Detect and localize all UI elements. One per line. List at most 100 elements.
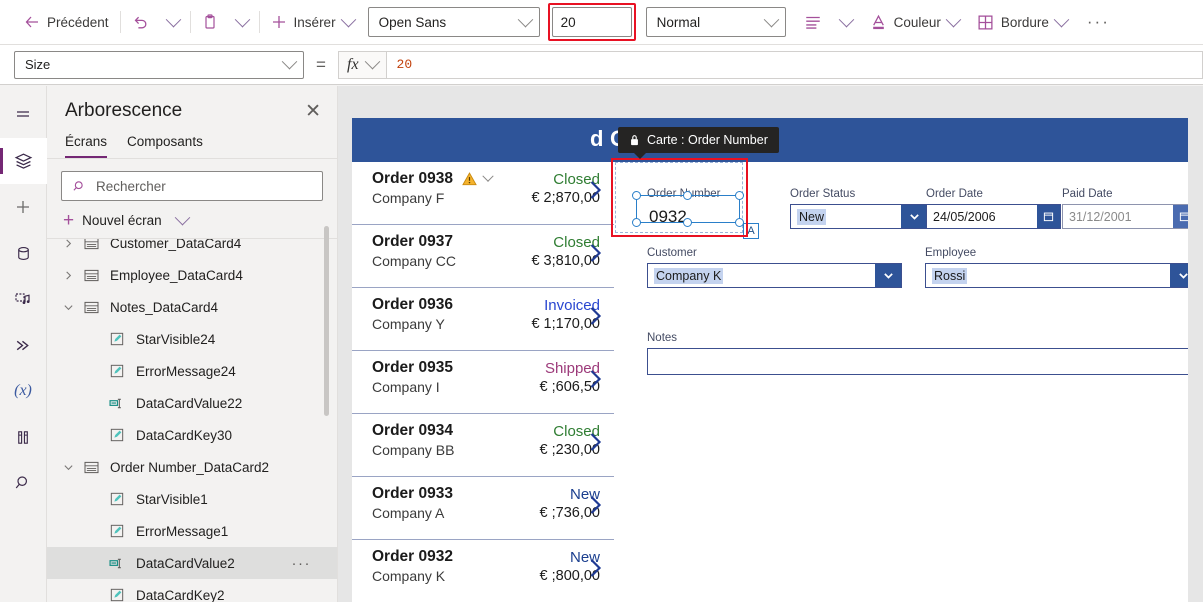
tree-item[interactable]: Customer_DataCard4: [47, 239, 337, 259]
twisty-icon[interactable]: [57, 302, 79, 313]
calendar-icon[interactable]: [1037, 205, 1060, 228]
employee-dropdown[interactable]: Rossi: [925, 263, 1188, 288]
chevron-right-icon[interactable]: [587, 242, 604, 269]
gallery-row[interactable]: Order 0934 Closed Company BB € ;230,00: [352, 414, 614, 477]
order-number-text: Order 0937: [372, 233, 453, 250]
chevron-right-icon[interactable]: [587, 179, 604, 206]
rail-variables-button[interactable]: (x): [0, 368, 47, 414]
tree-item[interactable]: DataCardValue22: [47, 387, 337, 419]
undo-dropdown[interactable]: [155, 7, 185, 37]
paid-date-field[interactable]: Paid Date 31/12/2001: [1062, 188, 1188, 229]
rail-power-automate-button[interactable]: [0, 322, 47, 368]
equals-sign: =: [316, 54, 326, 74]
rail-tree-view-button[interactable]: [0, 138, 47, 184]
back-button[interactable]: Précédent: [18, 7, 115, 37]
twisty-icon[interactable]: [57, 462, 79, 473]
divider: [119, 11, 121, 33]
chevron-right-icon[interactable]: [587, 305, 604, 332]
resize-handle-s[interactable]: [683, 218, 692, 227]
calendar-icon[interactable]: [1173, 205, 1188, 228]
rail-search-button[interactable]: [0, 460, 47, 506]
tree-item[interactable]: Order Number_DataCard2: [47, 451, 337, 483]
chevron-down-icon[interactable]: [1170, 264, 1188, 287]
property-select[interactable]: Size: [14, 50, 304, 79]
label-icon: [105, 428, 129, 442]
tree-item[interactable]: StarVisible24: [47, 323, 337, 355]
overflow-menu-icon[interactable]: ···: [292, 555, 312, 572]
chevron-down-icon[interactable]: [875, 264, 901, 287]
company-text: Company F: [372, 190, 445, 206]
rail-tools-button[interactable]: [0, 414, 47, 460]
border-button[interactable]: Bordure: [971, 7, 1073, 37]
tree-item[interactable]: DataCardKey30: [47, 419, 337, 451]
warning-icon[interactable]: [462, 170, 494, 186]
employee-field[interactable]: Employee Rossi: [925, 247, 1188, 288]
rail-media-button[interactable]: [0, 276, 47, 322]
align-button[interactable]: [798, 7, 828, 37]
customer-dropdown[interactable]: Company K: [647, 263, 902, 288]
order-status-field[interactable]: Order Status New: [790, 188, 928, 229]
fx-button[interactable]: fx: [338, 50, 387, 79]
gallery-row[interactable]: Order 0935 Shipped Company I € ;606,50: [352, 351, 614, 414]
align-dropdown[interactable]: [828, 7, 858, 37]
chevron-down-icon[interactable]: [901, 205, 927, 228]
paste-dropdown[interactable]: [224, 7, 254, 37]
order-status-dropdown[interactable]: New: [790, 204, 928, 229]
chevron-right-icon[interactable]: [587, 557, 604, 584]
tree-item[interactable]: ErrorMessage1: [47, 515, 337, 547]
font-size-input[interactable]: 20: [551, 7, 632, 37]
tab-ecrans[interactable]: Écrans: [65, 134, 108, 158]
gallery-row[interactable]: Order 0933 New Company A € ;736,00: [352, 477, 614, 540]
notes-field[interactable]: Notes: [647, 332, 1188, 375]
search-input[interactable]: Rechercher: [61, 171, 323, 201]
chevron-down-icon: [1053, 11, 1070, 27]
order-date-field[interactable]: Order Date 24/05/2006: [926, 188, 1061, 229]
resize-handle-n[interactable]: [683, 191, 692, 200]
tree-item[interactable]: Employee_DataCard4: [47, 259, 337, 291]
new-screen-button[interactable]: + Nouvel écran: [47, 201, 337, 238]
gallery-row[interactable]: Order 0937 Closed Company CC € 3;810,00: [352, 225, 614, 288]
rail-menu-button[interactable]: [0, 92, 47, 138]
search-icon: [15, 476, 27, 489]
chevron-right-icon[interactable]: [587, 431, 604, 458]
close-icon[interactable]: ✕: [305, 102, 321, 121]
chevron-right-icon[interactable]: [587, 368, 604, 395]
plus-icon: +: [63, 210, 75, 231]
twisty-icon[interactable]: [57, 239, 79, 249]
gallery-row[interactable]: Order 0932 New Company K € ;800,00: [352, 540, 614, 602]
border-icon: [978, 14, 993, 30]
label-icon: [105, 524, 129, 538]
gallery-row[interactable]: Order 0936 Invoiced Company Y € 1;170,00: [352, 288, 614, 351]
font-weight-select[interactable]: Normal: [645, 7, 786, 37]
rail-insert-button[interactable]: [0, 184, 47, 230]
tree-item-label: ErrorMessage1: [136, 523, 229, 539]
notes-input[interactable]: [647, 348, 1188, 375]
twisty-icon[interactable]: [57, 270, 79, 281]
paid-date-input[interactable]: 31/12/2001: [1062, 204, 1188, 229]
tree-item[interactable]: DataCardValue2 ···: [47, 547, 337, 579]
rail-data-button[interactable]: [0, 230, 47, 276]
more-commands-button[interactable]: ···: [1081, 7, 1116, 37]
tree-list[interactable]: Customer_DataCard4 Employee_DataCard4 Note…: [47, 239, 337, 602]
tree-scrollbar[interactable]: [324, 226, 329, 416]
formula-input[interactable]: 20: [386, 50, 1203, 79]
tree-item[interactable]: DataCardKey2: [47, 579, 337, 602]
resize-handle-nw[interactable]: [632, 191, 641, 200]
order-date-input[interactable]: 24/05/2006: [926, 204, 1061, 229]
font-family-select[interactable]: Open Sans: [367, 7, 540, 37]
tab-composants[interactable]: Composants: [127, 134, 203, 158]
customer-field[interactable]: Customer Company K: [647, 247, 902, 288]
resize-handle-ne[interactable]: [735, 191, 744, 200]
company-text: Company I: [372, 379, 440, 395]
tree-item[interactable]: ErrorMessage24: [47, 355, 337, 387]
insert-button[interactable]: Insérer: [265, 7, 360, 37]
orders-gallery[interactable]: Order 0938 Closed Company F € 2;870,00 Order…: [352, 162, 614, 602]
undo-button[interactable]: [126, 7, 155, 37]
paste-button[interactable]: [196, 7, 224, 37]
tree-item[interactable]: Notes_DataCard4: [47, 291, 337, 323]
resize-handle-sw[interactable]: [632, 218, 641, 227]
gallery-row[interactable]: Order 0938 Closed Company F € 2;870,00: [352, 162, 614, 225]
color-button[interactable]: Couleur: [864, 7, 965, 37]
chevron-right-icon[interactable]: [587, 494, 604, 521]
tree-item[interactable]: StarVisible1: [47, 483, 337, 515]
